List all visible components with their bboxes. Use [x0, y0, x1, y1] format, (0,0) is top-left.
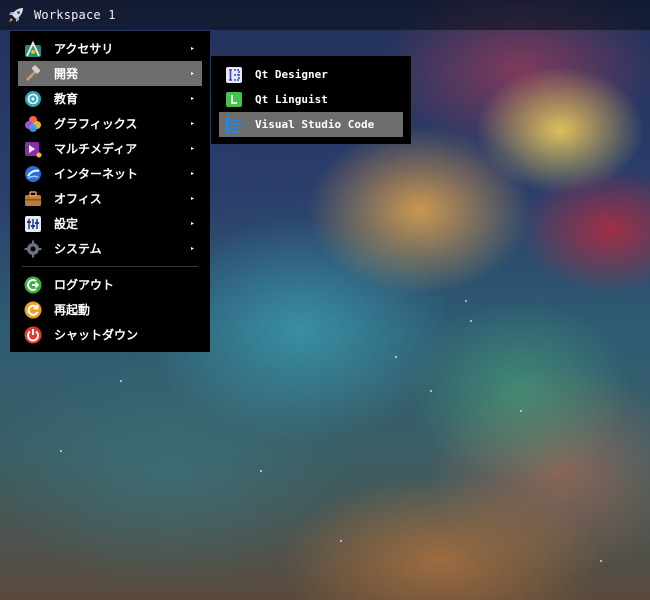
- submenu-arrow-icon: ▸: [190, 245, 194, 252]
- menu-item-label: マルチメディア: [54, 142, 138, 156]
- education-icon: [23, 89, 43, 109]
- menu-item-internet[interactable]: インターネット ▸: [18, 161, 202, 186]
- menu-item-logout[interactable]: ログアウト: [18, 272, 202, 297]
- menu-item-label: シャットダウン: [54, 328, 139, 342]
- menu-item-settings[interactable]: 設定 ▸: [18, 211, 202, 236]
- office-icon: [23, 189, 43, 209]
- menu-item-label: 教育: [54, 92, 79, 106]
- menu-item-accessories[interactable]: アクセサリ ▸: [18, 36, 202, 61]
- menu-item-label: アクセサリ: [54, 42, 114, 56]
- menu-item-label: ログアウト: [54, 278, 115, 292]
- menu-item-label: Qt Linguist: [255, 93, 328, 106]
- submenu-arrow-icon: ▸: [190, 95, 194, 102]
- menu-item-label: インターネット: [54, 167, 139, 181]
- menu-item-label: システム: [54, 242, 102, 256]
- workspace-label[interactable]: Workspace 1: [34, 8, 116, 22]
- submenu-arrow-icon: ▸: [190, 220, 194, 227]
- multimedia-icon: [23, 139, 43, 159]
- system-gear-icon: [23, 239, 43, 259]
- internet-icon: [23, 164, 43, 184]
- menu-item-qt-designer[interactable]: Qt Designer: [219, 62, 403, 87]
- vscode-icon: [224, 115, 244, 135]
- menu-item-system[interactable]: システム ▸: [18, 236, 202, 261]
- menu-item-graphics[interactable]: グラフィックス ▸: [18, 111, 202, 136]
- development-submenu: Qt Designer Qt Linguist Visual Studio Co…: [211, 56, 411, 144]
- menu-item-label: Qt Designer: [255, 68, 328, 81]
- menu-item-qt-linguist[interactable]: Qt Linguist: [219, 87, 403, 112]
- submenu-arrow-icon: ▸: [190, 120, 194, 127]
- logout-icon: [23, 275, 43, 295]
- rocket-icon[interactable]: [6, 5, 26, 25]
- accessories-icon: [23, 39, 43, 59]
- submenu-arrow-icon: ▸: [190, 145, 194, 152]
- submenu-arrow-icon: ▸: [190, 170, 194, 177]
- qt-linguist-icon: [224, 90, 244, 110]
- menu-item-education[interactable]: 教育 ▸: [18, 86, 202, 111]
- submenu-arrow-icon: ▸: [190, 45, 194, 52]
- menu-item-multimedia[interactable]: マルチメディア ▸: [18, 136, 202, 161]
- menu-item-label: オフィス: [54, 192, 102, 206]
- submenu-arrow-icon: ▸: [190, 195, 194, 202]
- submenu-arrow-icon: ▸: [190, 70, 194, 77]
- graphics-icon: [23, 114, 43, 134]
- menu-item-label: 再起動: [54, 303, 91, 317]
- restart-icon: [23, 300, 43, 320]
- menu-item-label: Visual Studio Code: [255, 118, 375, 131]
- menu-item-label: グラフィックス: [54, 117, 138, 131]
- menu-item-shutdown[interactable]: シャットダウン: [18, 322, 202, 347]
- shutdown-icon: [23, 325, 43, 345]
- settings-icon: [23, 214, 43, 234]
- menu-separator: [22, 266, 198, 267]
- menu-item-restart[interactable]: 再起動: [18, 297, 202, 322]
- menu-item-development[interactable]: 開発 ▸: [18, 61, 202, 86]
- qt-designer-icon: [224, 65, 244, 85]
- menu-item-visual-studio-code[interactable]: Visual Studio Code: [219, 112, 403, 137]
- taskbar: Workspace 1: [0, 0, 650, 30]
- menu-item-office[interactable]: オフィス ▸: [18, 186, 202, 211]
- application-menu: アクセサリ ▸ 開発 ▸ 教育 ▸ グラフィックス ▸ マルチメディア ▸ イン…: [10, 31, 210, 352]
- menu-item-label: 開発: [54, 67, 79, 81]
- menu-item-label: 設定: [54, 217, 79, 231]
- hammer-icon: [23, 64, 43, 84]
